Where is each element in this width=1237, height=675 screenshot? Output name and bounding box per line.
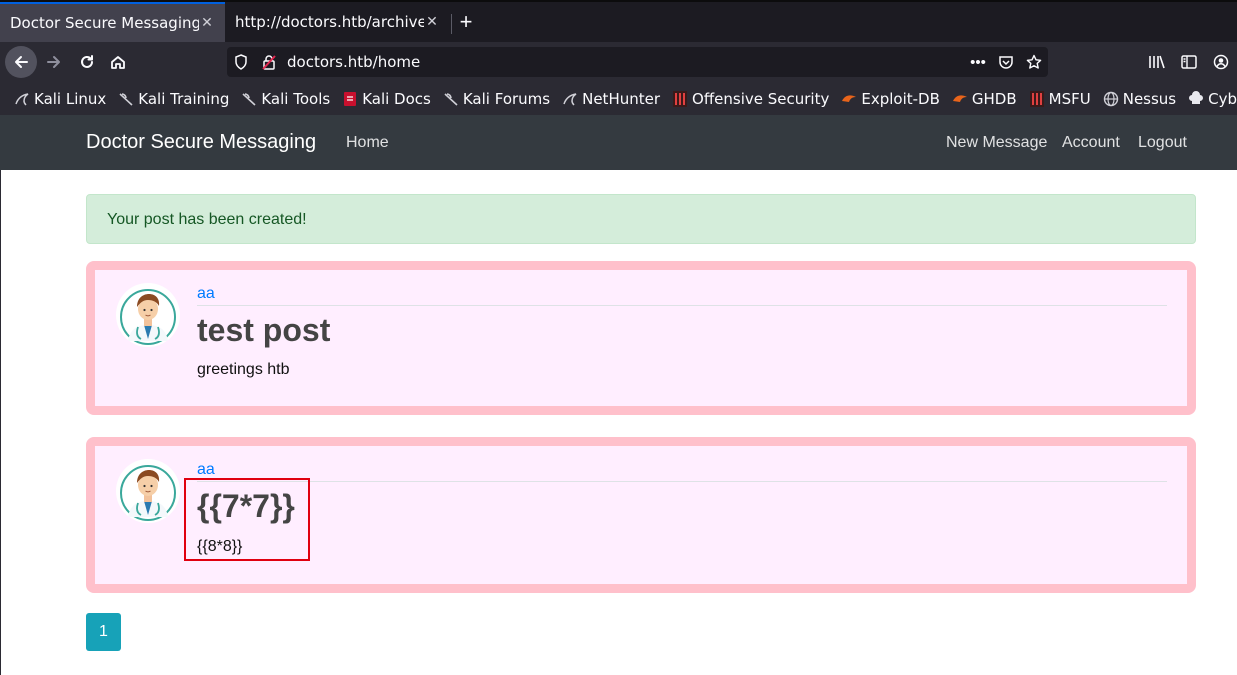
- library-icon[interactable]: [1145, 50, 1169, 74]
- reload-icon: [81, 55, 93, 68]
- bookmark-label: Exploit-DB: [861, 89, 940, 108]
- nav-account-link[interactable]: Account: [1062, 134, 1120, 152]
- new-tab-button[interactable]: +: [452, 8, 480, 36]
- success-alert: Your post has been created!: [86, 194, 1196, 244]
- post-divider: [197, 481, 1167, 482]
- globe-icon: [1103, 91, 1119, 107]
- pocket-icon[interactable]: [992, 54, 1020, 70]
- tab-doctor-secure-messaging[interactable]: Doctor Secure Messaging ✕: [0, 2, 225, 42]
- kali-dragon-icon: [118, 91, 134, 107]
- doctor-avatar-image: [120, 289, 176, 345]
- bookmark-cyberchef[interactable]: CyberChef: [1188, 90, 1237, 108]
- tracking-protection-shield-icon[interactable]: [227, 54, 255, 70]
- forward-button[interactable]: [38, 46, 70, 78]
- nav-logout-link[interactable]: Logout: [1138, 134, 1187, 152]
- browser-tab-bar: Doctor Secure Messaging ✕ http://doctors…: [0, 0, 1237, 42]
- bookmark-offensive-security[interactable]: Offensive Security: [672, 90, 829, 108]
- doctor-avatar: [116, 459, 180, 523]
- bookmark-kali-docs[interactable]: Kali Docs: [342, 90, 431, 108]
- bookmark-kali-training[interactable]: Kali Training: [118, 90, 229, 108]
- post-divider: [197, 305, 1167, 306]
- bookmark-nessus[interactable]: Nessus: [1103, 90, 1176, 108]
- nav-new-message-link[interactable]: New Message: [946, 134, 1047, 152]
- bookmark-label: Nessus: [1122, 89, 1177, 108]
- site-navbar: Doctor Secure Messaging Home New Message…: [0, 115, 1237, 170]
- bookmark-label: CyberChef: [1208, 89, 1237, 108]
- bookmark-label: Kali Docs: [362, 89, 431, 108]
- nav-home-link[interactable]: Home: [346, 134, 389, 152]
- url-bar[interactable]: doctors.htb/home •••: [227, 47, 1048, 77]
- annotation-highlight-box: [184, 478, 310, 561]
- insecure-lock-icon[interactable]: [255, 54, 283, 70]
- post-author-link[interactable]: aa: [197, 461, 215, 479]
- kali-dragon-icon: [14, 91, 30, 107]
- bookmark-label: Kali Training: [138, 89, 230, 108]
- bookmarks-toolbar: Kali Linux Kali Training Kali Tools Kali…: [0, 82, 1237, 115]
- post-body: greetings htb: [197, 361, 290, 378]
- doctor-avatar-image: [120, 465, 176, 521]
- bookmark-exploit-db[interactable]: Exploit-DB: [841, 90, 940, 108]
- back-button[interactable]: [5, 46, 37, 78]
- tab-title: Doctor Secure Messaging: [10, 14, 199, 32]
- msfu-icon: [1029, 90, 1045, 107]
- bookmark-star-icon[interactable]: [1020, 54, 1048, 70]
- doctor-avatar: [116, 283, 180, 347]
- kali-dragon-icon: [241, 91, 257, 107]
- brand-link[interactable]: Doctor Secure Messaging: [86, 131, 316, 154]
- reload-button[interactable]: [71, 46, 103, 78]
- bookmark-kali-forums[interactable]: Kali Forums: [443, 90, 550, 108]
- ghdb-icon: [952, 91, 968, 107]
- bookmark-label: NetHunter: [582, 89, 661, 108]
- exploitdb-icon: [841, 91, 857, 107]
- bookmark-label: GHDB: [971, 89, 1017, 108]
- bookmark-label: MSFU: [1048, 89, 1091, 108]
- close-tab-icon[interactable]: ✕: [424, 14, 440, 30]
- home-icon: [111, 56, 125, 69]
- chef-hat-icon: [1188, 90, 1204, 107]
- arrow-right-icon: [47, 56, 60, 68]
- kali-docs-icon: [342, 91, 358, 107]
- bookmark-msfu[interactable]: MSFU: [1029, 90, 1091, 108]
- bookmark-label: Offensive Security: [692, 89, 830, 108]
- bookmark-ghdb[interactable]: GHDB: [952, 90, 1017, 108]
- post-card: aa {{7*7}} {{8*8}}: [86, 437, 1196, 593]
- account-icon[interactable]: [1209, 50, 1233, 74]
- sidebar-icon[interactable]: [1177, 50, 1201, 74]
- alert-message: Your post has been created!: [107, 211, 307, 228]
- home-button[interactable]: [102, 46, 134, 78]
- post-card: aa test post greetings htb: [86, 261, 1196, 415]
- bookmark-label: Kali Tools: [261, 89, 331, 108]
- nethunter-icon: [562, 91, 578, 107]
- post-author-link[interactable]: aa: [197, 285, 215, 303]
- tab-title: http://doctors.htb/archive: [235, 13, 424, 31]
- pagination-page-button[interactable]: 1: [86, 613, 121, 651]
- bookmark-kali-linux[interactable]: Kali Linux: [14, 90, 106, 108]
- post-title[interactable]: test post: [197, 312, 330, 349]
- bookmark-label: Kali Linux: [34, 89, 107, 108]
- tab-archive[interactable]: http://doctors.htb/archive ✕: [225, 2, 450, 42]
- page-actions-icon[interactable]: •••: [964, 54, 992, 71]
- viewport-left-edge: [0, 170, 1, 675]
- kali-dragon-icon: [443, 91, 459, 107]
- offsec-icon: [672, 90, 688, 107]
- bookmark-kali-tools[interactable]: Kali Tools: [241, 90, 330, 108]
- arrow-left-icon: [15, 56, 28, 68]
- url-text[interactable]: doctors.htb/home: [283, 53, 964, 71]
- browser-navigation-bar: doctors.htb/home •••: [0, 42, 1237, 82]
- close-tab-icon[interactable]: ✕: [199, 15, 215, 31]
- bookmark-nethunter[interactable]: NetHunter: [562, 90, 660, 108]
- bookmark-label: Kali Forums: [462, 89, 551, 108]
